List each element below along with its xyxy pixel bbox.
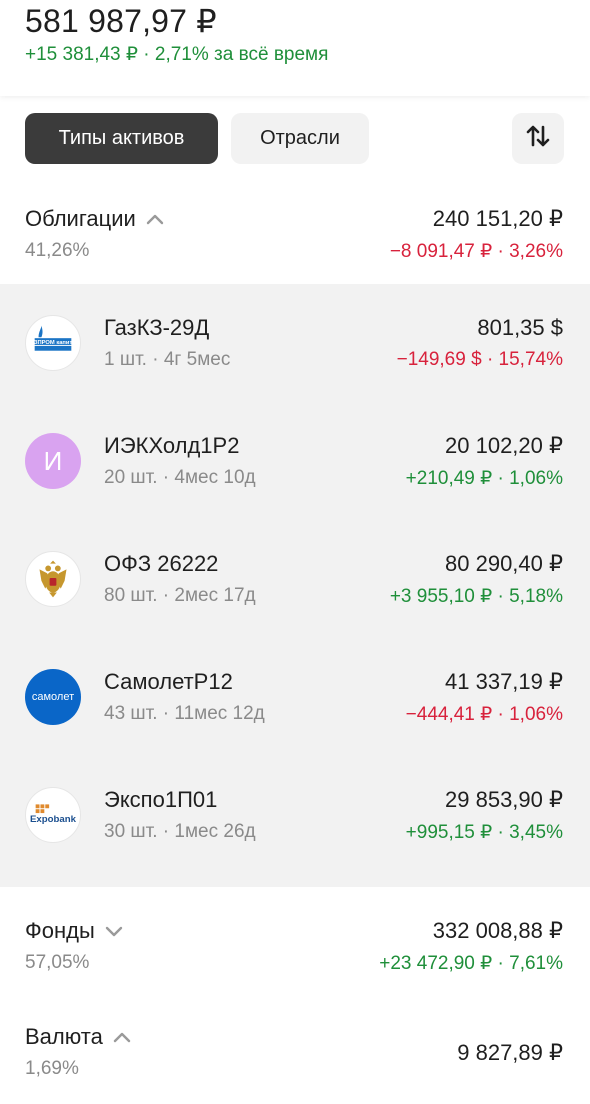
group-title-label: Валюта [25, 1024, 103, 1049]
chevron-up-icon [113, 1031, 131, 1043]
tab-industries[interactable]: Отрасли [231, 113, 369, 164]
item-change: −444,41 ₽ · 1,06% [405, 704, 563, 725]
portfolio-alltime-change: +15 381,43 ₽ · 2,71% за всё время [25, 43, 328, 66]
list-item[interactable]: Expobank Экспо1П01 30 шт. · 1мес 26д 29 … [0, 787, 590, 905]
item-name: ОФЗ 26222 [104, 551, 219, 576]
item-change: +995,15 ₽ · 3,45% [405, 822, 563, 843]
item-change: +3 955,10 ₽ · 5,18% [389, 586, 563, 607]
item-meta: 43 шт. · 11мес 12д [104, 703, 265, 724]
group-percent: 1,69% [25, 1058, 79, 1079]
group-change: −8 091,47 ₽ · 3,26% [389, 241, 563, 262]
group-currency[interactable]: Валюта 1,69% 9 827,89 ₽ [0, 1018, 590, 1098]
group-percent: 41,26% [25, 240, 90, 261]
item-meta: 1 шт. · 4г 5мес [104, 349, 231, 370]
list-item[interactable]: ГАЗПРОМ капитал ГазКЗ-29Д 1 шт. · 4г 5ме… [0, 315, 590, 433]
item-value: 29 853,90 ₽ [445, 787, 563, 812]
item-change: +210,49 ₽ · 1,06% [405, 468, 563, 489]
group-value: 332 008,88 ₽ [432, 918, 563, 943]
group-value: 240 151,20 ₽ [432, 206, 563, 231]
item-meta: 80 шт. · 2мес 17д [104, 585, 256, 606]
item-name: Экспо1П01 [104, 787, 218, 812]
group-bonds[interactable]: Облигации 41,26% 240 151,20 ₽ −8 091,47 … [0, 200, 590, 280]
grouping-tabs: Типы активов Отрасли [0, 110, 590, 168]
group-title: Облигации [25, 206, 164, 232]
item-value: 80 290,40 ₽ [445, 551, 563, 576]
group-percent: 57,05% [25, 952, 90, 973]
item-value: 20 102,20 ₽ [445, 433, 563, 458]
group-value: 9 827,89 ₽ [457, 1040, 563, 1065]
expobank-logo-text: Expobank [30, 814, 77, 825]
gazprom-logo: ГАЗПРОМ капитал [25, 315, 81, 371]
group-change: +23 472,90 ₽ · 7,61% [379, 953, 563, 974]
letter-avatar: И [25, 433, 81, 489]
list-item[interactable]: И ИЭКХолд1Р2 20 шт. · 4мес 10д 20 102,20… [0, 433, 590, 551]
chevron-up-icon [146, 213, 164, 225]
expobank-logo: Expobank [25, 787, 81, 843]
portfolio-change-value: +15 381,43 ₽ · 2,71% [25, 44, 209, 65]
item-name: ГазКЗ-29Д [104, 315, 210, 340]
samolet-logo: самолет [25, 669, 81, 725]
list-item[interactable]: самолет СамолетР12 43 шт. · 11мес 12д 41… [0, 669, 590, 787]
list-item[interactable]: ОФЗ 26222 80 шт. · 2мес 17д 80 290,40 ₽ … [0, 551, 590, 669]
item-value: 41 337,19 ₽ [445, 669, 563, 694]
coat-of-arms-icon [25, 551, 81, 607]
group-title-label: Фонды [25, 918, 95, 943]
gazprom-logo-text: ГАЗПРОМ капитал [27, 340, 80, 346]
group-title: Фонды [25, 918, 123, 944]
portfolio-total: 581 987,97 ₽ [25, 3, 217, 39]
item-change: −149,69 $ · 15,74% [396, 349, 563, 370]
group-title: Валюта [25, 1024, 131, 1050]
portfolio-header: 581 987,97 ₽ +15 381,43 ₽ · 2,71% за всё… [0, 0, 590, 96]
group-funds[interactable]: Фонды 57,05% 332 008,88 ₽ +23 472,90 ₽ ·… [0, 912, 590, 992]
group-title-label: Облигации [25, 206, 136, 231]
item-meta: 20 шт. · 4мес 10д [104, 467, 256, 488]
item-name: СамолетР12 [104, 669, 233, 694]
item-value: 801,35 $ [477, 315, 563, 340]
sort-button[interactable] [512, 113, 564, 164]
sort-arrows-icon [525, 123, 551, 154]
chevron-down-icon [105, 925, 123, 937]
portfolio-change-period: за всё время [214, 44, 329, 65]
item-name: ИЭКХолд1Р2 [104, 433, 240, 458]
tab-asset-types[interactable]: Типы активов [25, 113, 218, 164]
item-meta: 30 шт. · 1мес 26д [104, 821, 256, 842]
